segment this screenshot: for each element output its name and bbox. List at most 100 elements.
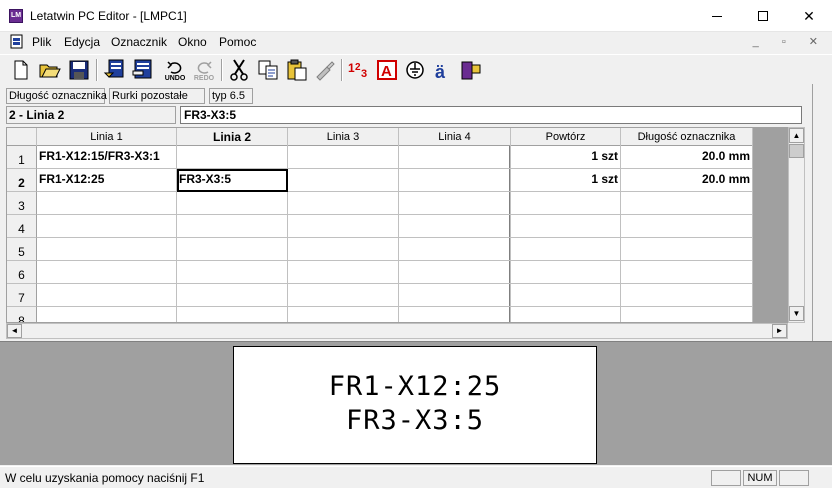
grid-cell[interactable] — [288, 215, 399, 238]
row-header[interactable]: 5 — [7, 238, 37, 261]
open-file-button[interactable] — [38, 58, 62, 82]
grid-cell[interactable] — [37, 238, 177, 261]
grid-cell[interactable]: 20.0 mm — [621, 146, 753, 169]
grid-cell[interactable] — [399, 169, 511, 192]
vertical-scrollbar[interactable]: ▲ ▼ — [788, 127, 805, 323]
column-header[interactable]: Linia 2 — [177, 128, 288, 146]
row-header[interactable]: 3 — [7, 192, 37, 215]
undo-button[interactable]: UNDO — [163, 58, 187, 82]
grid-cell[interactable] — [511, 284, 621, 307]
scroll-up-button[interactable]: ▲ — [789, 128, 804, 143]
grid-cell[interactable]: FR1-X12:15/FR3-X3:1 — [37, 146, 177, 169]
column-header[interactable]: Linia 1 — [37, 128, 177, 146]
grid-cell[interactable] — [621, 215, 753, 238]
grid-cell[interactable] — [288, 238, 399, 261]
status-bar: W celu uzyskania pomocy naciśnij F1 NUM — [0, 466, 832, 488]
minimize-button[interactable] — [694, 0, 740, 32]
menu-oznacznik[interactable]: Oznacznik — [111, 35, 167, 49]
grid-cell[interactable] — [288, 307, 399, 322]
grid-cell[interactable] — [37, 307, 177, 322]
grid-cell[interactable] — [288, 284, 399, 307]
grid-cell[interactable] — [621, 307, 753, 322]
horizontal-scrollbar[interactable]: ◄ ► — [6, 323, 788, 339]
scroll-right-button[interactable]: ► — [772, 324, 787, 338]
grid-cell[interactable]: 20.0 mm — [621, 169, 753, 192]
grid-cell[interactable] — [399, 215, 511, 238]
numbering-button[interactable]: 123 — [347, 58, 371, 82]
row-header[interactable]: 4 — [7, 215, 37, 238]
redo-button[interactable]: REDO — [192, 58, 216, 82]
grid-cell[interactable] — [288, 261, 399, 284]
special-char-button[interactable]: ä — [431, 58, 455, 82]
grid-cell[interactable] — [511, 192, 621, 215]
grid-cell[interactable] — [511, 307, 621, 322]
column-header[interactable]: Linia 4 — [399, 128, 511, 146]
grid-cell[interactable] — [37, 192, 177, 215]
grid-cell[interactable] — [37, 261, 177, 284]
grid-cell[interactable] — [621, 238, 753, 261]
scroll-thumb[interactable] — [789, 144, 804, 158]
export-button[interactable] — [130, 58, 154, 82]
grid-cell[interactable] — [399, 284, 511, 307]
row-header[interactable]: 1 — [7, 146, 37, 169]
mdi-window-controls[interactable]: _ ▫ ✕ — [753, 35, 828, 48]
grid-cell[interactable] — [177, 215, 288, 238]
save-button[interactable] — [67, 58, 91, 82]
grid-cell[interactable] — [288, 146, 399, 169]
grid-cell[interactable] — [37, 215, 177, 238]
cut-button[interactable] — [227, 58, 251, 82]
copy-button[interactable] — [256, 58, 280, 82]
grid-cell[interactable] — [511, 261, 621, 284]
grid-cell[interactable] — [177, 261, 288, 284]
row-header[interactable]: 8 — [7, 307, 37, 322]
grid-cell[interactable] — [399, 146, 511, 169]
grid-cell[interactable]: FR3-X3:5 — [177, 169, 288, 192]
grid-cell[interactable] — [511, 238, 621, 261]
grid-cell[interactable] — [37, 284, 177, 307]
column-header[interactable]: Linia 3 — [288, 128, 399, 146]
menu-pomoc[interactable]: Pomoc — [219, 35, 256, 49]
new-file-button[interactable] — [9, 58, 33, 82]
grid-cell[interactable] — [511, 215, 621, 238]
font-button[interactable]: A — [375, 58, 399, 82]
document-menu-icon[interactable] — [9, 34, 24, 49]
row-header[interactable]: 2 — [7, 169, 37, 192]
column-header[interactable]: Długość oznacznika — [621, 128, 753, 146]
grid-cell[interactable] — [177, 238, 288, 261]
close-button[interactable]: ✕ — [786, 0, 832, 32]
column-header[interactable]: Powtórz — [511, 128, 621, 146]
symbol-button[interactable] — [403, 58, 427, 82]
paste-button[interactable] — [285, 58, 309, 82]
grid-cell[interactable] — [621, 284, 753, 307]
row-header[interactable]: 6 — [7, 261, 37, 284]
marker-length-field: Długość oznacznika — [6, 88, 107, 104]
export-database-icon — [132, 59, 152, 79]
import-button[interactable] — [102, 58, 126, 82]
insert-button[interactable] — [459, 58, 483, 82]
grid-cell[interactable] — [177, 192, 288, 215]
maximize-button[interactable] — [740, 0, 786, 32]
row-header[interactable]: 7 — [7, 284, 37, 307]
grid-cell[interactable] — [399, 261, 511, 284]
grid-cell[interactable] — [399, 192, 511, 215]
grid-corner[interactable] — [7, 128, 37, 146]
menu-okno[interactable]: Okno — [178, 35, 207, 49]
menu-plik[interactable]: Plik — [32, 35, 51, 49]
menu-edycja[interactable]: Edycja — [64, 35, 100, 49]
grid-cell[interactable] — [288, 192, 399, 215]
grid-cell[interactable] — [177, 146, 288, 169]
grid-cell[interactable]: 1 szt — [511, 146, 621, 169]
grid-cell[interactable] — [621, 261, 753, 284]
scroll-left-button[interactable]: ◄ — [7, 324, 22, 338]
grid-cell[interactable]: FR1-X12:25 — [37, 169, 177, 192]
grid-cell[interactable] — [621, 192, 753, 215]
grid-cell[interactable] — [288, 169, 399, 192]
grid-cell[interactable] — [399, 307, 511, 322]
grid-cell[interactable] — [399, 238, 511, 261]
cell-edit-field[interactable]: FR3-X3:5 — [180, 106, 802, 124]
grid-cell[interactable]: 1 szt — [511, 169, 621, 192]
grid-cell[interactable] — [177, 307, 288, 322]
format-painter-button[interactable] — [313, 58, 337, 82]
scroll-down-button[interactable]: ▼ — [789, 306, 804, 321]
grid-cell[interactable] — [177, 284, 288, 307]
